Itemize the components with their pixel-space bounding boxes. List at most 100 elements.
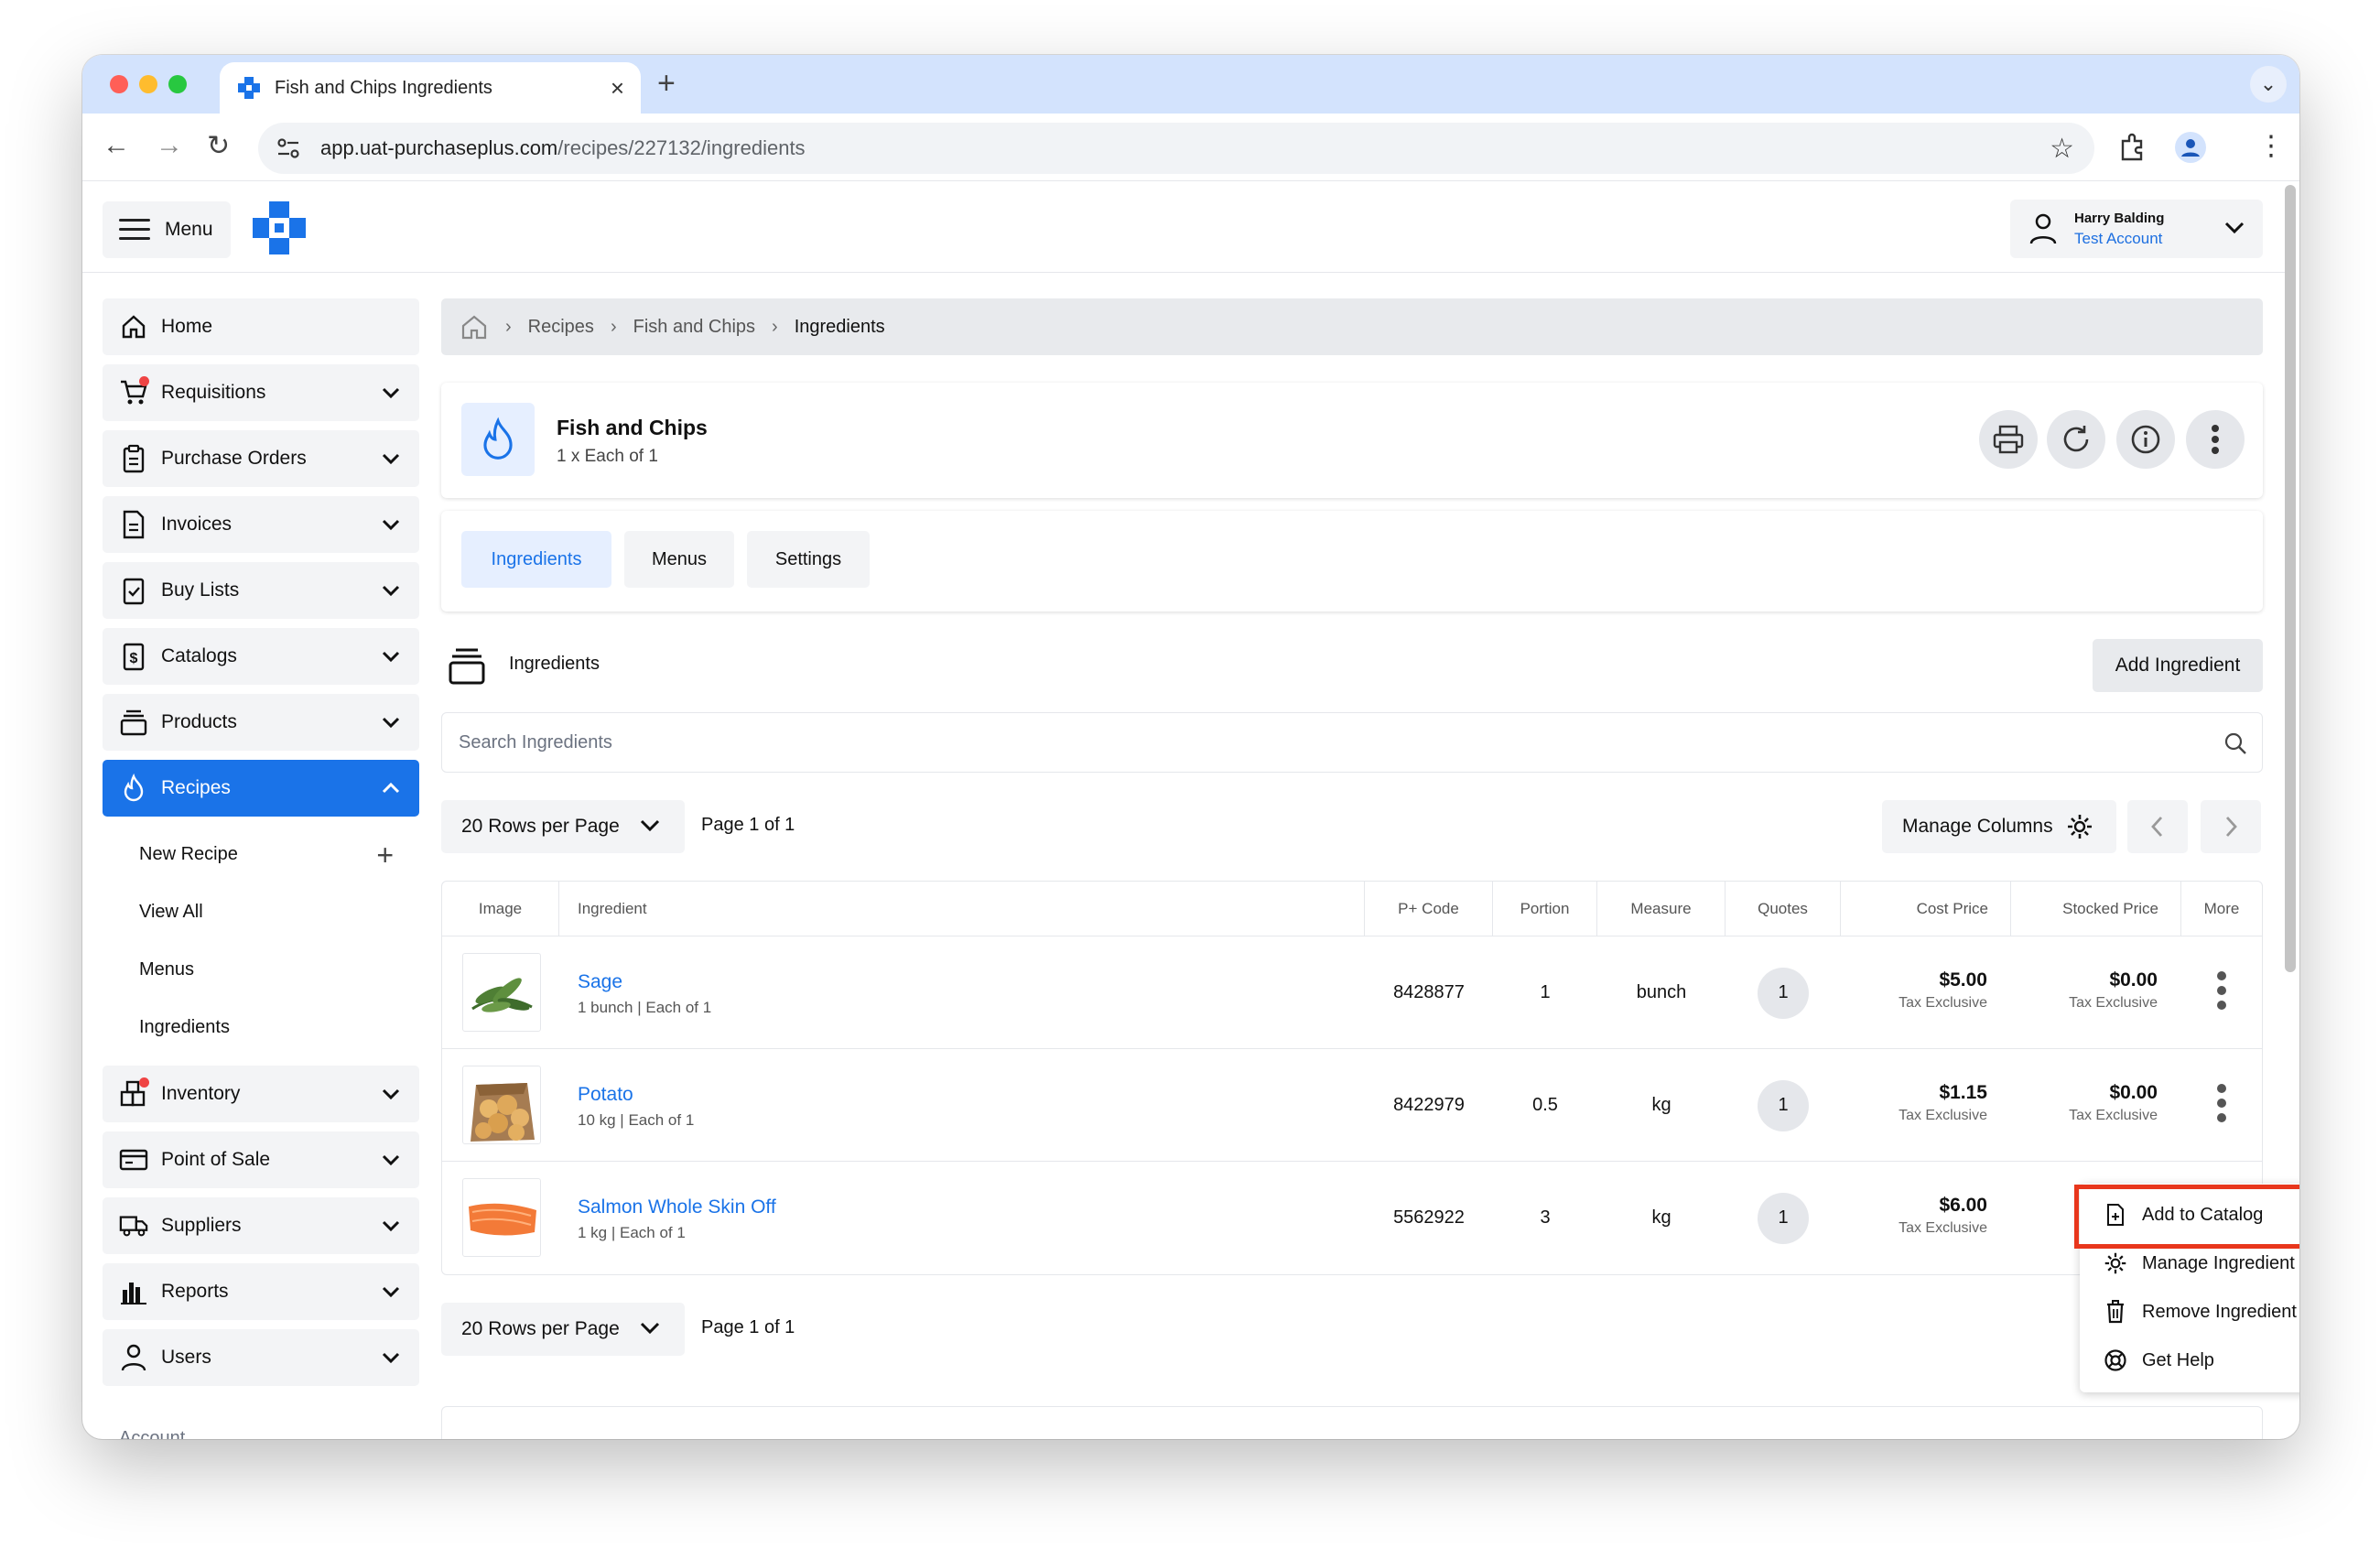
column-header-cost-price: Cost Price [1841, 882, 2011, 936]
sidebar-item-catalogs[interactable]: $ Catalogs [103, 628, 419, 685]
forward-button[interactable]: → [156, 130, 183, 161]
home-icon [119, 312, 148, 341]
sidebar-subitem-ingredients[interactable]: Ingredients [103, 999, 419, 1056]
chevron-left-icon [2151, 817, 2163, 837]
tab-settings[interactable]: Settings [747, 531, 870, 588]
lifebuoy-icon [2104, 1348, 2127, 1372]
sidebar-item-purchase-orders[interactable]: Purchase Orders [103, 430, 419, 487]
refresh-icon [2063, 426, 2089, 452]
browser-menu-icon[interactable]: ⋮ [2257, 130, 2285, 162]
sidebar-item-inventory[interactable]: Inventory [103, 1066, 419, 1122]
sidebar-item-recipes[interactable]: Recipes [103, 760, 419, 817]
remove-ingredient-menu-item[interactable]: Remove Ingredient [2080, 1288, 2299, 1336]
gear-icon [2067, 815, 2092, 839]
site-favicon-icon [236, 75, 262, 101]
chevron-down-icon [2224, 222, 2245, 234]
menu-item-label: Get Help [2142, 1349, 2214, 1370]
ingredients-section-header: Ingredients Add Ingredient [441, 612, 2263, 712]
chevron-down-icon [640, 1322, 660, 1335]
recipe-title: Fish and Chips [557, 416, 708, 439]
ingredient-subtitle: 1 kg | Each of 1 [578, 1224, 686, 1241]
extensions-icon[interactable] [2116, 132, 2147, 163]
ingredient-name-link[interactable]: Salmon Whole Skin Off [578, 1196, 776, 1218]
row-more-button[interactable] [2217, 1084, 2226, 1128]
sidebar-item-invoices[interactable]: Invoices [103, 496, 419, 553]
browser-tab[interactable]: Fish and Chips Ingredients × [220, 62, 641, 114]
sidebar-item-label: Home [161, 316, 213, 337]
menu-button[interactable]: Menu [103, 201, 231, 258]
column-header-quotes: Quotes [1726, 882, 1841, 936]
column-header-more: More [2203, 900, 2240, 917]
sidebar-subitem-view-all[interactable]: View All [103, 883, 419, 941]
column-header-ingredient: Ingredient [559, 882, 1365, 936]
refresh-button[interactable] [2047, 410, 2105, 469]
browser-window: Fish and Chips Ingredients × + ⌄ ← → ↻ a… [82, 55, 2299, 1439]
ingredient-name-link[interactable]: Sage [578, 971, 622, 993]
cost-price-value: $1.15 [1939, 1082, 1987, 1103]
cost-price-tax: Tax Exclusive [1899, 1108, 1987, 1123]
breadcrumb-recipes[interactable]: Recipes [528, 317, 594, 338]
close-tab-icon[interactable]: × [611, 74, 624, 103]
profile-avatar-icon[interactable] [2175, 132, 2206, 163]
truck-icon [119, 1211, 148, 1240]
ingredient-name-link[interactable]: Potato [578, 1084, 633, 1106]
hamburger-icon [119, 219, 150, 241]
add-ingredient-button[interactable]: Add Ingredient [2093, 639, 2263, 692]
sidebar-item-reports[interactable]: Reports [103, 1263, 419, 1320]
sidebar-item-suppliers[interactable]: Suppliers [103, 1197, 419, 1254]
rows-per-page-select[interactable]: 20 Rows per Page [441, 800, 685, 853]
rows-per-page-select[interactable]: 20 Rows per Page [441, 1303, 685, 1356]
minimize-window-button[interactable] [139, 75, 157, 93]
search-icon[interactable] [2223, 731, 2247, 755]
sidebar-item-home[interactable]: Home [103, 298, 419, 355]
chevron-right-icon: › [505, 316, 512, 337]
manage-columns-label: Manage Columns [1902, 816, 2053, 837]
quotes-cell: 1 [1726, 936, 1841, 1049]
get-help-menu-item[interactable]: Get Help [2080, 1337, 2299, 1384]
cost-price-cell: $6.00 Tax Exclusive [1899, 1195, 1987, 1237]
sidebar-item-buy-lists[interactable]: Buy Lists [103, 562, 419, 619]
gear-icon [2104, 1251, 2127, 1275]
plus-icon[interactable]: + [376, 839, 394, 872]
quotes-count-badge[interactable]: 1 [1758, 967, 1809, 1019]
sidebar-item-requisitions[interactable]: Requisitions [103, 364, 419, 421]
quotes-count-badge[interactable]: 1 [1758, 1079, 1809, 1131]
sidebar-item-point-of-sale[interactable]: Point of Sale [103, 1131, 419, 1188]
tab-search-button[interactable]: ⌄ [2250, 66, 2287, 103]
row-more-button[interactable] [2217, 971, 2226, 1015]
info-button[interactable] [2116, 410, 2175, 469]
table-row: Salmon Whole Skin Off 1 kg | Each of 1 5… [442, 1162, 2262, 1274]
search-input[interactable]: Search Ingredients [441, 712, 2263, 773]
back-button[interactable]: ← [103, 130, 130, 161]
next-page-button[interactable] [2201, 800, 2261, 853]
home-icon[interactable] [460, 313, 489, 341]
sidebar-subitem-menus[interactable]: Menus [103, 941, 419, 999]
more-options-button[interactable] [2186, 410, 2245, 469]
column-header-image: Image [442, 882, 559, 936]
chevron-down-icon [382, 1088, 400, 1100]
chevron-right-icon [2225, 817, 2237, 837]
site-info-icon[interactable] [273, 133, 304, 164]
reload-button[interactable]: ↻ [207, 130, 230, 162]
sidebar-subitem-new-recipe[interactable]: New Recipe + [103, 826, 419, 883]
prev-page-button[interactable] [2127, 800, 2188, 853]
sidebar-item-products[interactable]: Products [103, 694, 419, 751]
column-header-code: P+ Code [1365, 882, 1493, 936]
quotes-count-badge[interactable]: 1 [1758, 1192, 1809, 1244]
close-window-button[interactable] [110, 75, 128, 93]
address-bar[interactable]: app.uat-purchaseplus.com/recipes/227132/… [258, 123, 2094, 174]
bookmark-star-icon[interactable]: ☆ [2050, 133, 2074, 165]
manage-columns-button[interactable]: Manage Columns [1882, 800, 2116, 853]
print-button[interactable] [1979, 410, 2038, 469]
page-scrollbar[interactable] [2285, 185, 2296, 972]
flame-icon [119, 774, 148, 803]
zoom-window-button[interactable] [168, 75, 187, 93]
breadcrumb-recipe[interactable]: Fish and Chips [633, 317, 755, 338]
user-account-dropdown[interactable]: Harry Balding Test Account [2010, 200, 2263, 258]
tab-menus[interactable]: Menus [624, 531, 734, 588]
stocked-price-cell: $0.00 Tax Exclusive [2069, 1082, 2158, 1124]
tab-ingredients[interactable]: Ingredients [461, 531, 611, 588]
new-tab-button[interactable]: + [657, 66, 676, 102]
sidebar-item-users[interactable]: Users [103, 1329, 419, 1386]
purchaseplus-logo[interactable] [251, 200, 308, 256]
